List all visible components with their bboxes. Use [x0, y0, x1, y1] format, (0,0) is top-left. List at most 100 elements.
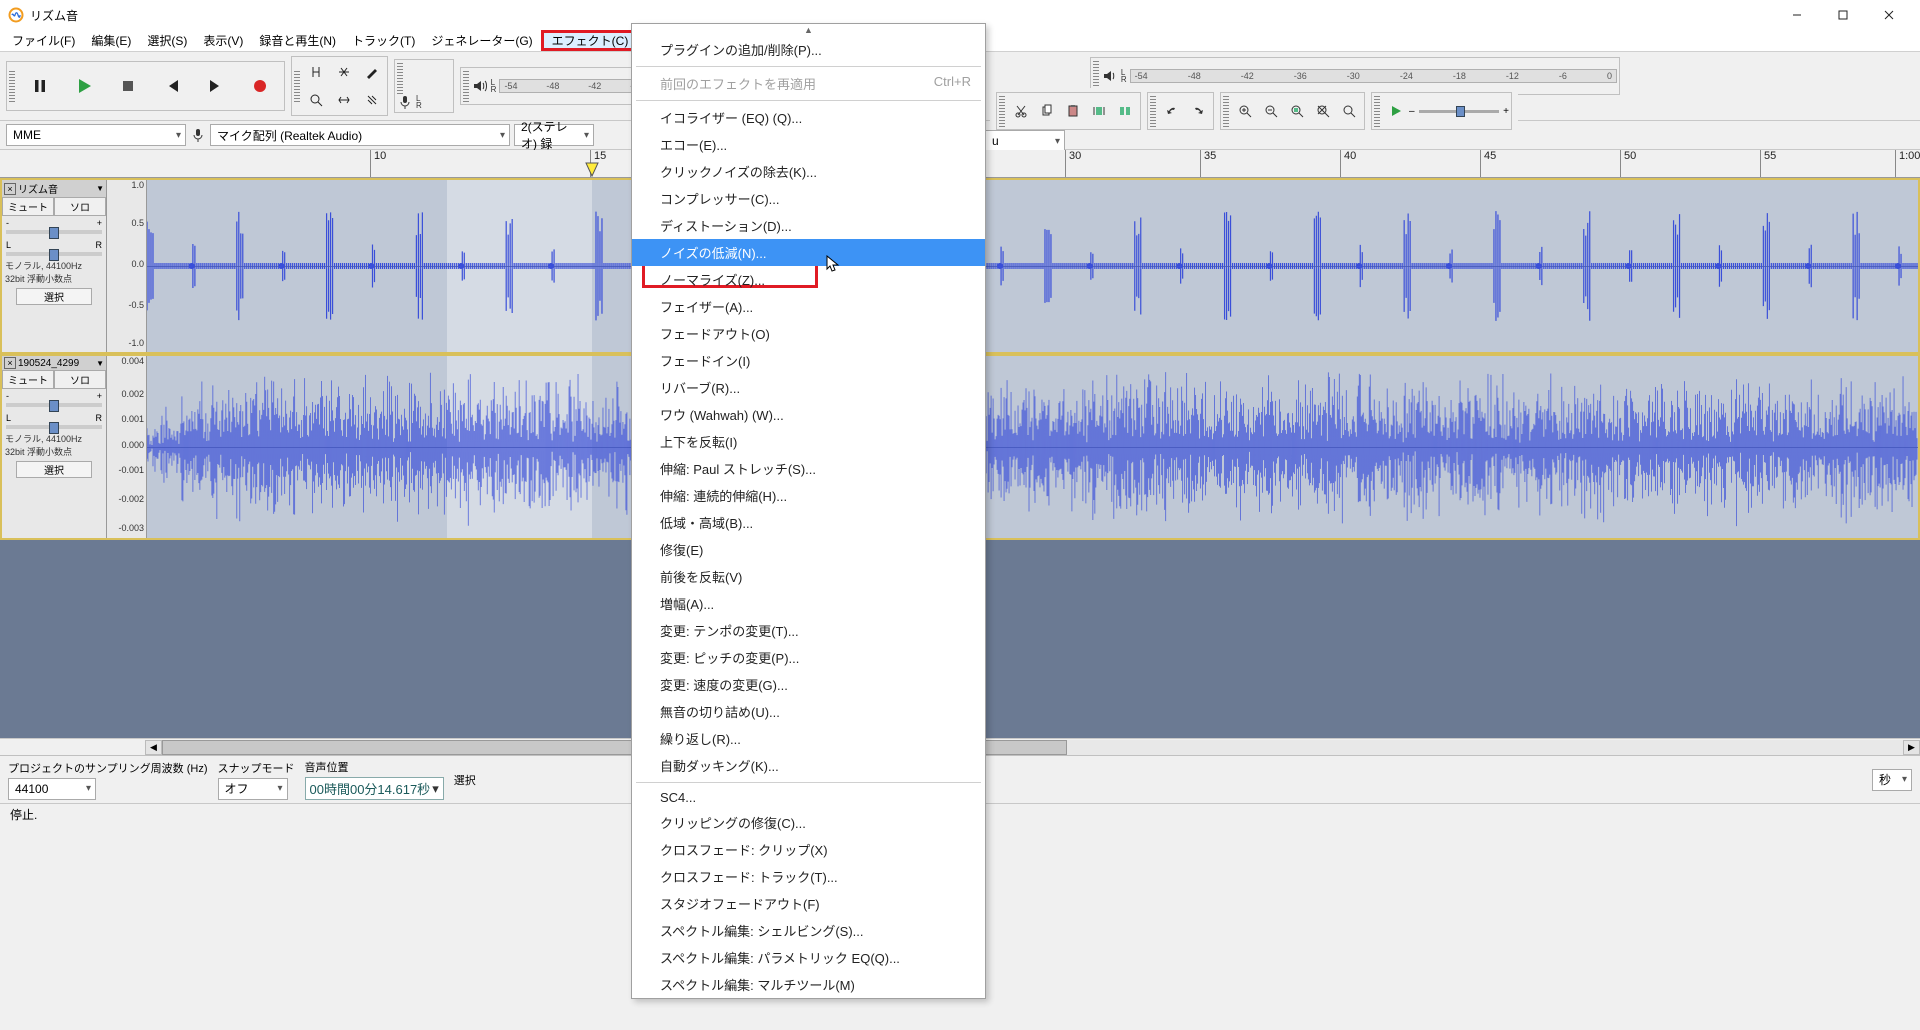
silence-icon[interactable] — [1112, 98, 1138, 124]
menu-item[interactable]: ディストーション(D)... — [632, 212, 985, 239]
menu-item[interactable]: 自動ダッキング(K)... — [632, 752, 985, 779]
undo-icon[interactable] — [1159, 98, 1185, 124]
pause-button[interactable] — [18, 64, 62, 108]
speed-slider[interactable] — [1419, 110, 1500, 113]
menu-item[interactable]: クロスフェード: トラック(T)... — [632, 863, 985, 890]
draw-tool-icon[interactable] — [359, 59, 385, 85]
record-button[interactable] — [238, 64, 282, 108]
mute-button[interactable]: ミュート — [2, 370, 54, 389]
menu-item[interactable]: フェードアウト(O) — [632, 320, 985, 347]
menu-effect[interactable]: エフェクト(C) — [541, 30, 640, 51]
menu-generate[interactable]: ジェネレーター(G) — [423, 30, 540, 51]
snap-select[interactable]: オフ — [218, 778, 288, 800]
solo-button[interactable]: ソロ — [54, 370, 106, 389]
menu-item[interactable]: 繰り返し(R)... — [632, 725, 985, 752]
audio-host-select[interactable]: MME — [6, 124, 186, 146]
selection-tool-icon[interactable] — [303, 59, 329, 85]
skip-end-button[interactable] — [194, 64, 238, 108]
menu-item[interactable]: 変更: ピッチの変更(P)... — [632, 644, 985, 671]
menu-item[interactable]: スタジオフェードアウト(F) — [632, 890, 985, 917]
multi-tool-icon[interactable] — [359, 87, 385, 113]
record-meter[interactable]: -54 -48 -42 -36 -30 -24 -18 -12 -6 0 — [1130, 69, 1617, 83]
skip-start-button[interactable] — [150, 64, 194, 108]
menu-item[interactable]: 変更: 速度の変更(G)... — [632, 671, 985, 698]
track-select-button[interactable]: 選択 — [16, 461, 92, 478]
waveform[interactable] — [147, 356, 1918, 538]
fit-project-icon[interactable] — [1310, 98, 1336, 124]
zoom-tool-icon[interactable] — [303, 87, 329, 113]
menu-select[interactable]: 選択(S) — [139, 30, 195, 51]
menu-tracks[interactable]: トラック(T) — [344, 30, 423, 51]
menu-item[interactable]: 伸縮: 連続的伸縮(H)... — [632, 482, 985, 509]
menu-item[interactable]: スペクトル編集: シェルビング(S)... — [632, 917, 985, 944]
pan-slider[interactable]: LR — [2, 238, 106, 260]
scroll-left-icon[interactable]: ◀ — [145, 740, 162, 755]
cut-icon[interactable] — [1008, 98, 1034, 124]
playback-device-select[interactable]: u — [985, 130, 1065, 152]
scroll-right-icon[interactable]: ▶ — [1903, 740, 1920, 755]
menu-item[interactable]: スペクトル編集: パラメトリック EQ(Q)... — [632, 944, 985, 971]
menu-item[interactable]: SC4... — [632, 786, 985, 809]
zoom-toggle-icon[interactable] — [1336, 98, 1362, 124]
minimize-button[interactable] — [1774, 0, 1820, 30]
recording-device-select[interactable]: マイク配列 (Realtek Audio) — [210, 124, 510, 146]
menu-item[interactable]: イコライザー (EQ) (Q)... — [632, 104, 985, 131]
menu-item[interactable]: 前後を反転(V) — [632, 563, 985, 590]
menu-item[interactable]: エコー(E)... — [632, 131, 985, 158]
menu-item[interactable]: ワウ (Wahwah) (W)... — [632, 401, 985, 428]
track-name[interactable]: リズム音 — [18, 181, 94, 196]
stop-button[interactable] — [106, 64, 150, 108]
menu-item[interactable]: コンプレッサー(C)... — [632, 185, 985, 212]
paste-icon[interactable] — [1060, 98, 1086, 124]
gain-slider[interactable]: -+ — [2, 389, 106, 411]
zoom-in-icon[interactable] — [1232, 98, 1258, 124]
menu-file[interactable]: ファイル(F) — [4, 30, 83, 51]
envelope-tool-icon[interactable] — [331, 59, 357, 85]
project-rate-select[interactable]: 44100 — [8, 778, 96, 800]
menu-item[interactable]: フェードイン(I) — [632, 347, 985, 374]
menu-item[interactable]: クロスフェード: クリップ(X) — [632, 836, 985, 863]
menu-item[interactable]: クリッピングの修復(C)... — [632, 809, 985, 836]
scroll-up-hint[interactable]: ▲ — [632, 24, 985, 36]
menu-item[interactable]: 修復(E) — [632, 536, 985, 563]
menu-item[interactable]: ノーマライズ(Z)... — [632, 266, 985, 293]
pan-slider[interactable]: LR — [2, 411, 106, 433]
timeshift-tool-icon[interactable] — [331, 87, 357, 113]
track-close-button[interactable]: × — [4, 357, 16, 369]
menu-item[interactable]: 上下を反転(I) — [632, 428, 985, 455]
fit-selection-icon[interactable] — [1284, 98, 1310, 124]
maximize-button[interactable] — [1820, 0, 1866, 30]
audio-position-field[interactable]: 00時間00分14.617秒▾ — [305, 777, 444, 800]
menu-item[interactable]: リバーブ(R)... — [632, 374, 985, 401]
menu-item[interactable]: プラグインの追加/削除(P)... — [632, 36, 985, 63]
zoom-out-icon[interactable] — [1258, 98, 1284, 124]
time-unit-select[interactable]: 秒 — [1872, 769, 1912, 791]
play-at-speed-icon[interactable] — [1383, 98, 1409, 124]
menu-item[interactable]: 変更: テンポの変更(T)... — [632, 617, 985, 644]
mute-button[interactable]: ミュート — [2, 197, 54, 216]
recording-channels-select[interactable]: 2(ステレオ) 録 — [514, 124, 594, 146]
redo-icon[interactable] — [1185, 98, 1211, 124]
menu-item[interactable]: ノイズの低減(N)... — [632, 239, 985, 266]
close-button[interactable] — [1866, 0, 1912, 30]
track-select-button[interactable]: 選択 — [16, 288, 92, 305]
track-close-button[interactable]: × — [4, 183, 16, 195]
menu-item[interactable]: 低域・高域(B)... — [632, 509, 985, 536]
menu-view[interactable]: 表示(V) — [195, 30, 251, 51]
menu-item[interactable]: フェイザー(A)... — [632, 293, 985, 320]
track-name[interactable]: 190524_4299 — [18, 358, 94, 369]
menu-transport[interactable]: 録音と再生(N) — [251, 30, 344, 51]
waveform[interactable] — [147, 180, 1918, 352]
menu-item[interactable]: 無音の切り詰め(U)... — [632, 698, 985, 725]
menu-item[interactable]: 伸縮: Paul ストレッチ(S)... — [632, 455, 985, 482]
play-button[interactable] — [62, 64, 106, 108]
menu-item[interactable]: 増幅(A)... — [632, 590, 985, 617]
track-menu-icon[interactable]: ▼ — [96, 359, 104, 368]
solo-button[interactable]: ソロ — [54, 197, 106, 216]
copy-icon[interactable] — [1034, 98, 1060, 124]
menu-item[interactable]: クリックノイズの除去(K)... — [632, 158, 985, 185]
trim-icon[interactable] — [1086, 98, 1112, 124]
menu-item[interactable]: スペクトル編集: マルチツール(M) — [632, 971, 985, 998]
menu-edit[interactable]: 編集(E) — [83, 30, 139, 51]
track-menu-icon[interactable]: ▼ — [96, 184, 104, 193]
